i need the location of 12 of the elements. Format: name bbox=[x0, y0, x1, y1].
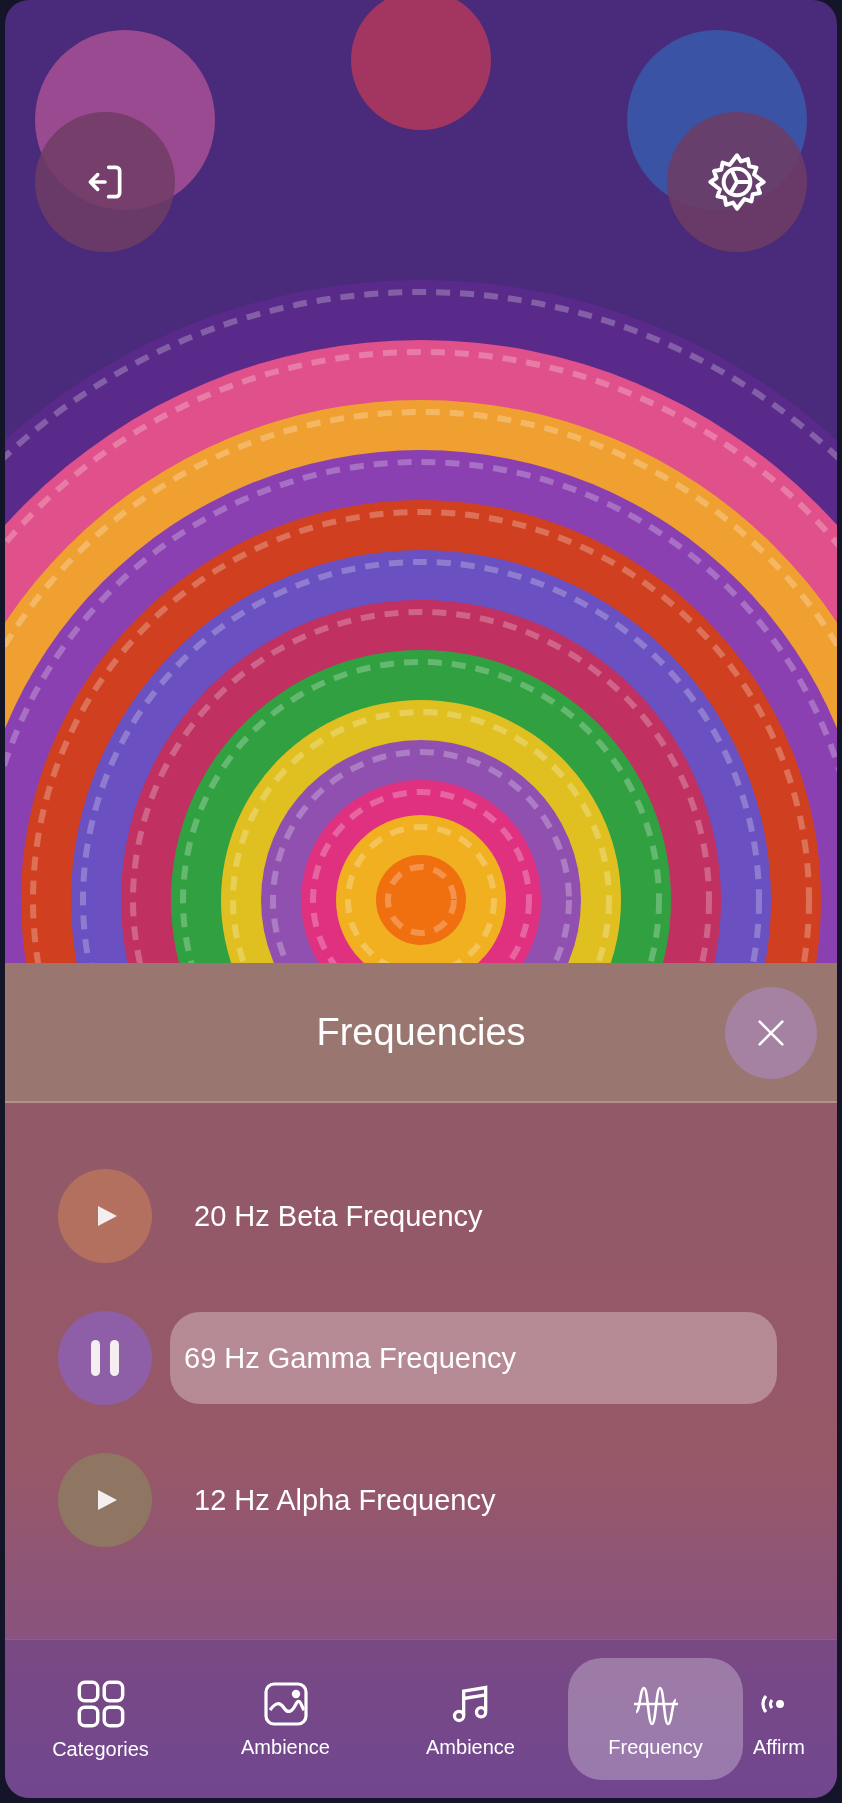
play-icon bbox=[95, 1204, 119, 1228]
play-icon bbox=[95, 1488, 119, 1512]
nav-tab[interactable]: Ambience bbox=[383, 1658, 558, 1780]
track-title[interactable]: 20 Hz Beta Frequency bbox=[170, 1199, 483, 1233]
image-icon bbox=[261, 1679, 310, 1728]
nav-tab[interactable]: Ambience bbox=[198, 1658, 373, 1780]
track-title[interactable]: 12 Hz Alpha Frequency bbox=[170, 1483, 496, 1517]
nav-tab[interactable]: Affirm bbox=[753, 1658, 823, 1780]
settings-icon bbox=[705, 150, 769, 214]
nav-tab[interactable]: Categories bbox=[13, 1658, 188, 1780]
nav-tab[interactable]: Frequency bbox=[568, 1658, 743, 1780]
panel-title: Frequencies bbox=[316, 1010, 526, 1054]
